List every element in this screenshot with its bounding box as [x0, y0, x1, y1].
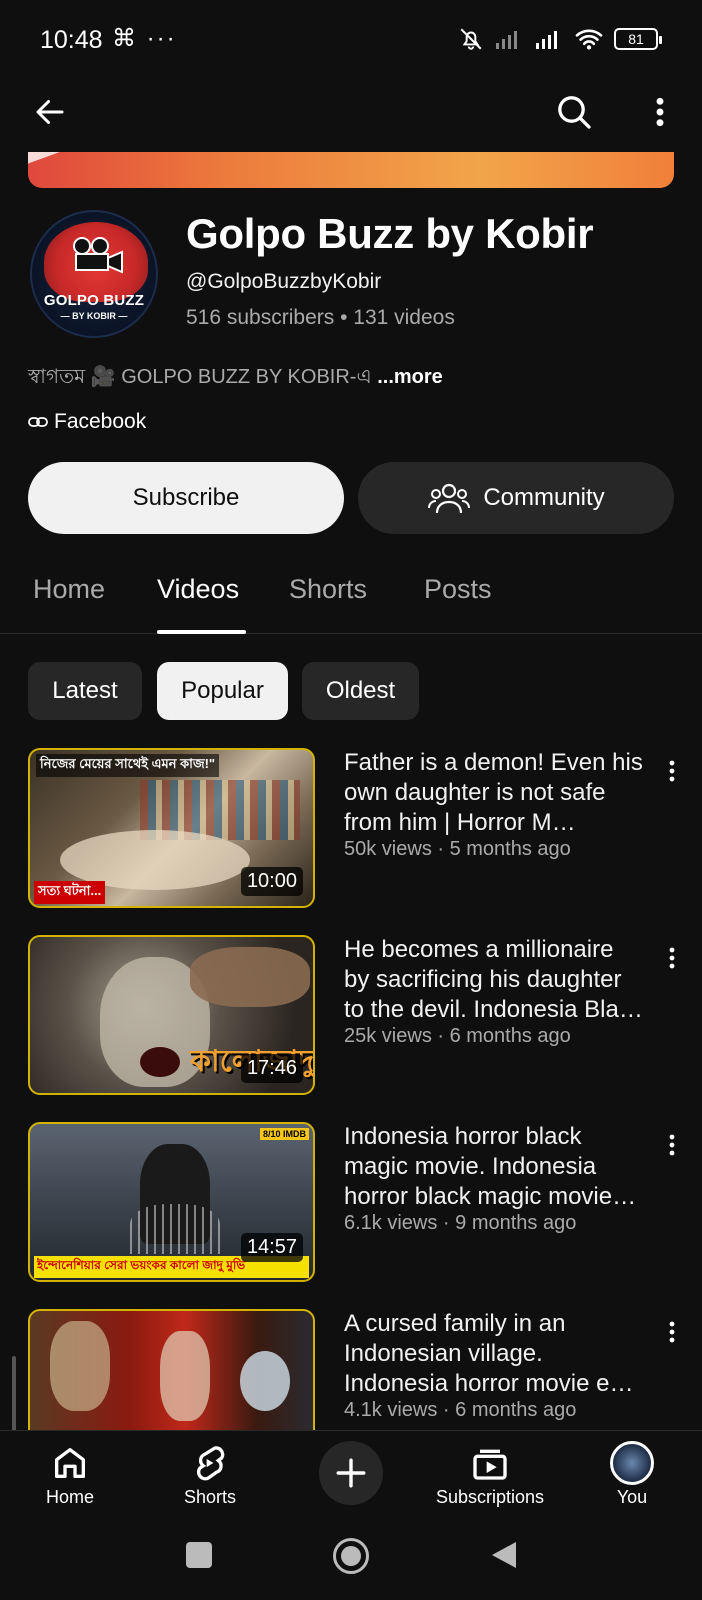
avatar-sub: — BY KOBIR — [60, 311, 128, 321]
video-duration: 17:46 [240, 1054, 303, 1083]
nav-subscriptions-label: Subscriptions [435, 1487, 545, 1507]
channel-handle: @GolpoBuzzbyKobir [186, 270, 382, 293]
active-tab-indicator [157, 630, 246, 634]
status-bar: 10:48 ⌘ ··· 81 [0, 0, 702, 84]
system-nav-bar [0, 1522, 702, 1600]
video-menu-button[interactable] [660, 943, 684, 973]
tab-shorts[interactable]: Shorts [289, 574, 367, 605]
nav-you-label: You [616, 1487, 648, 1507]
avatar-name: GOLPO BUZZ [43, 292, 145, 309]
thumb-figure [50, 1321, 110, 1411]
battery-indicator: 81 [614, 28, 662, 50]
create-button[interactable] [319, 1441, 383, 1505]
more-options-button[interactable] [632, 84, 688, 140]
thumb-hand [190, 947, 310, 1007]
video-item[interactable]: A cursed family in an Indonesian village… [0, 1309, 702, 1430]
subscribe-button[interactable]: Subscribe [28, 462, 344, 534]
more-vert-icon [669, 760, 675, 782]
channel-tabs: Home Videos Shorts Posts [0, 560, 702, 634]
video-item[interactable]: 8/10 IMDB ইন্দোনেশিয়ার সেরা ভয়ংকর কালো… [0, 1122, 702, 1282]
community-button[interactable]: Community [358, 462, 674, 534]
channel-title: Golpo Buzz by Kobir [186, 210, 594, 257]
more-vert-icon [669, 1134, 675, 1156]
status-extra-icons: ⌘ ··· [112, 25, 177, 52]
shorts-icon [196, 1446, 225, 1481]
search-button[interactable] [546, 84, 602, 140]
tab-home[interactable]: Home [33, 574, 105, 605]
subscriptions-icon [473, 1449, 507, 1480]
video-meta: 4.1k views · 6 months ago [344, 1399, 577, 1421]
video-title[interactable]: Father is a demon! Even his own daughter… [344, 748, 644, 838]
thumb-caption-bottom: সত্য ঘটনা... [34, 881, 106, 904]
signal-icon-2 [536, 31, 557, 49]
home-system-button[interactable] [333, 1538, 369, 1574]
video-title[interactable]: Indonesia horror black magic movie. Indo… [344, 1122, 644, 1212]
more-vert-icon [669, 1321, 675, 1343]
thumb-imdb-badge: 8/10 IMDB [259, 1128, 309, 1140]
video-thumbnail[interactable]: নিজের মেয়ের সাথেই এমন কাজ!" সত্য ঘটনা..… [28, 748, 315, 908]
video-thumbnail[interactable] [28, 1309, 315, 1430]
thumb-figure-3 [240, 1351, 290, 1411]
link-icon [28, 417, 48, 427]
video-duration: 14:57 [240, 1233, 303, 1262]
nav-home[interactable]: Home [10, 1441, 130, 1508]
more-vert-icon [669, 947, 675, 969]
more-vert-icon [656, 97, 664, 127]
chip-oldest[interactable]: Oldest [302, 662, 419, 720]
channel-avatar[interactable]: GOLPO BUZZ — BY KOBIR — [30, 210, 158, 338]
video-title[interactable]: A cursed family in an Indonesian village… [344, 1309, 644, 1399]
video-menu-button[interactable] [660, 1317, 684, 1347]
thumb-figure-2 [160, 1331, 210, 1421]
nav-you[interactable]: You [572, 1441, 692, 1508]
top-nav [0, 84, 702, 144]
bottom-nav: Home Shorts Subscriptions You [0, 1430, 702, 1520]
home-dot-icon [341, 1546, 361, 1566]
arrow-left-icon [36, 100, 64, 124]
video-thumbnail[interactable]: কালোজাদু 17:46 [28, 935, 315, 1095]
description-text: স্বাগতম 🎥 GOLPO BUZZ BY KOBIR-এ [28, 366, 378, 388]
back-button[interactable] [22, 84, 78, 140]
channel-banner[interactable] [28, 152, 674, 188]
video-menu-button[interactable] [660, 1130, 684, 1160]
search-icon [558, 96, 591, 129]
status-time: 10:48 [40, 26, 103, 54]
back-system-button[interactable] [490, 1540, 518, 1570]
channel-stats: 516 subscribers • 131 videos [186, 306, 455, 329]
community-label: Community [483, 484, 605, 511]
video-title[interactable]: He becomes a millionaire by sacrificing … [344, 935, 644, 1025]
channel-link-facebook[interactable]: Facebook [28, 410, 146, 434]
status-right: 81 [458, 26, 662, 52]
thumb-mouth [140, 1047, 180, 1077]
chip-latest[interactable]: Latest [28, 662, 142, 720]
wifi-icon [575, 29, 603, 50]
video-item[interactable]: নিজের মেয়ের সাথেই এমন কাজ!" সত্য ঘটনা..… [0, 748, 702, 908]
tab-videos[interactable]: Videos [157, 574, 239, 605]
film-camera-icon [73, 237, 123, 274]
video-duration: 10:00 [240, 867, 303, 896]
nav-shorts-label: Shorts [183, 1487, 237, 1507]
video-menu-button[interactable] [660, 756, 684, 786]
chip-popular[interactable]: Popular [157, 662, 288, 720]
video-meta: 6.1k views · 9 months ago [344, 1212, 577, 1234]
video-meta: 50k views · 5 months ago [344, 838, 571, 860]
nav-shorts[interactable]: Shorts [150, 1441, 270, 1508]
link-label: Facebook [54, 410, 147, 433]
home-icon [55, 1448, 86, 1478]
profile-avatar [610, 1441, 654, 1485]
video-thumbnail[interactable]: 8/10 IMDB ইন্দোনেশিয়ার সেরা ভয়ংকর কালো… [28, 1122, 315, 1282]
thumb-caption-top: নিজের মেয়ের সাথেই এমন কাজ!" [36, 754, 220, 777]
mute-icon [460, 28, 482, 50]
thumb-cage [130, 1204, 220, 1254]
plus-icon [336, 1458, 366, 1488]
people-icon [428, 483, 471, 514]
recents-button[interactable] [186, 1542, 212, 1568]
channel-description[interactable]: স্বাগতম 🎥 GOLPO BUZZ BY KOBIR-এ ...more [28, 362, 443, 395]
more-link[interactable]: ...more [377, 366, 443, 388]
nav-subscriptions[interactable]: Subscriptions [420, 1441, 560, 1508]
signal-icon [496, 31, 517, 49]
video-item[interactable]: কালোজাদু 17:46 He becomes a millionaire … [0, 935, 702, 1095]
video-meta: 25k views · 6 months ago [344, 1025, 571, 1047]
tab-posts[interactable]: Posts [424, 574, 492, 605]
nav-home-label: Home [45, 1487, 94, 1507]
